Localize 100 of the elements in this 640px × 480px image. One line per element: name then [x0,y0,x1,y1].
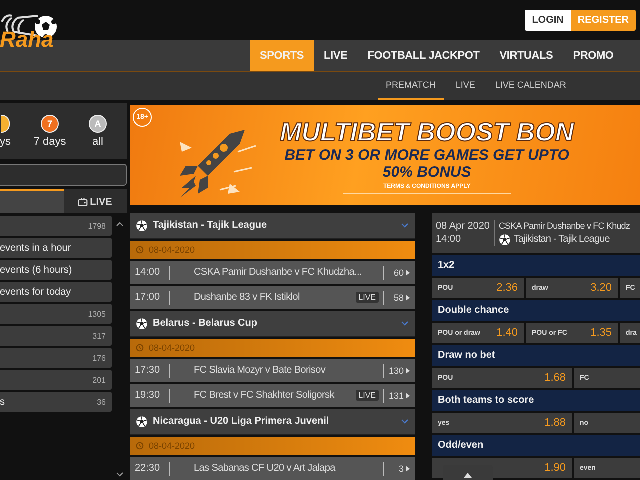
markets-count[interactable]: 3 [388,464,410,474]
chevron-down-icon [401,419,409,424]
match-teams: Dushanbe 83 v FK Istiklol [193,292,301,303]
match-row[interactable]: 17:30 FC Slavia Mozyr v Bate Borisov 130 [130,359,415,382]
market-title: Double chance [432,300,640,321]
odds-price: 1.40 [496,327,518,339]
filter-item[interactable]: s 36 [0,392,112,412]
date-label: 08-04-2020 [149,245,196,255]
match-time: 17:00 [135,292,162,303]
market-title: Both teams to score [432,390,640,411]
match-teams: CSKA Pamir Dushanbe v FC Khudzha... [193,267,363,278]
play-icon [406,392,410,398]
play-icon [406,368,410,374]
chevron-down-icon [401,321,409,326]
play-icon [406,294,410,300]
odds-price: 1.68 [544,372,566,384]
filter-item[interactable]: 176 [0,348,112,368]
filter-count: 317 [92,332,106,340]
play-icon [406,466,410,472]
match-time: 17:30 [135,365,162,376]
filter-item[interactable]: 1798 [0,216,112,236]
filter-count: 36 [97,398,106,406]
scroll-up-icon [116,222,124,227]
match-time: 14:00 [135,267,162,278]
filter-item[interactable]: 201 [0,370,112,390]
soccer-ball-icon [498,234,511,246]
match-row[interactable]: 17:00 Dushanbe 83 v FK Istiklol LIVE 58 [130,286,415,309]
odds-price: 3.20 [590,282,612,294]
live-badge: LIVE [356,390,379,401]
league-name: Nicaragua - U20 Liga Primera Juvenil [153,416,330,427]
match-row[interactable]: 22:30 Las Sabanas CF U20 v Art Jalapa 3 [130,457,415,480]
markets-count[interactable]: 60 [388,268,410,278]
chevron-down-icon [401,223,409,228]
filter-count: 1305 [88,310,106,318]
play-icon [406,270,410,276]
clock-icon [136,344,144,352]
caret-up-icon [464,472,472,478]
filter-item[interactable]: events (6 hours) [0,260,112,280]
soccer-ball-icon [136,318,148,330]
markets-count[interactable]: 130 [388,366,410,376]
subnav-tab[interactable]: LIVE CALENDAR [487,72,574,100]
market-title: Odd/even [432,435,640,456]
clock-icon [136,246,144,254]
logo[interactable]: Raha [0,26,54,54]
event-time: 14:00 [436,233,462,246]
odds-price: 1.90 [544,462,566,474]
match-row[interactable]: 14:00 CSKA Pamir Dushanbe v FC Khudzha... 60 [130,261,415,284]
nav-tab[interactable]: VIRTUALS [490,40,564,71]
filter-label: events in a hour [0,242,72,254]
nav-tab[interactable]: PROMO [563,40,624,71]
sidebar-tab[interactable]: LIVE [64,189,127,213]
filter-item[interactable]: events in a hour [0,238,112,258]
filter-count: 176 [92,354,106,362]
match-teams: Las Sabanas CF U20 v Art Jalapa [193,463,337,474]
league-name: Tajikistan - Tajik League [153,220,268,231]
tv-icon [78,198,88,206]
sidebar-tab[interactable] [0,189,64,213]
date-label: 08-04-2020 [149,343,196,353]
market-title: 1x2 [432,255,640,276]
match-time: 19:30 [135,390,162,401]
filter-label: events (6 hours) [0,264,72,276]
match-row[interactable]: 19:30 FC Brest v FC Shakhter Soligorsk LIVE 131 [130,384,415,407]
banner-bonus: 50% BONUS [382,164,472,180]
subnav-tab[interactable]: PREMATCH [378,72,444,100]
filter-label: events for today [0,286,72,298]
markets-count[interactable]: 58 [388,292,410,302]
match-teams: FC Slavia Mozyr v Bate Borisov [193,365,327,376]
event-teams: CSKA Pamir Dushanbe v FC Khudz [498,220,630,233]
odds-price: 1.35 [590,327,612,339]
period-label: ys [0,136,11,148]
period-step[interactable] [1,114,10,132]
match-time: 22:30 [135,463,162,474]
league-header[interactable]: Belarus - Belarus Cup [130,311,415,337]
filter-count: 201 [92,376,106,384]
event-date: 08 Apr 2020 [436,220,490,233]
nav-tab[interactable]: LIVE [314,40,358,71]
filter-item[interactable]: 317 [0,326,112,346]
filter-item[interactable]: events for today [0,282,112,302]
live-badge: LIVE [356,292,379,303]
odds-price: 2.36 [496,282,518,294]
market-title: Draw no bet [432,345,640,366]
league-name: Belarus - Belarus Cup [153,318,258,329]
event-league: Tajikistan - Tajik League [514,233,610,247]
banner-title: MULTIBET BOOST BON [280,116,574,146]
filter-count: 1798 [88,222,106,230]
odds-price: 1.88 [544,417,566,429]
period-label: 7 days [34,136,66,148]
login-button[interactable]: LOGIN [525,10,571,31]
soccer-ball-icon [136,220,148,232]
filter-item[interactable]: 1305 [0,304,112,324]
period-label: all [92,136,104,148]
markets-count[interactable]: 131 [388,390,410,400]
match-teams: FC Brest v FC Shakhter Soligorsk [193,390,336,401]
subnav-tab[interactable]: LIVE [448,72,484,100]
league-header[interactable]: Nicaragua - U20 Liga Primera Juvenil [130,409,415,435]
scroll-down-icon [116,472,124,477]
league-header[interactable]: Tajikistan - Tajik League [130,213,415,239]
search-field[interactable] [0,164,127,186]
soccer-ball-icon [136,416,148,428]
nav-tab[interactable]: FOOTBALL JACKPOT [358,40,490,71]
